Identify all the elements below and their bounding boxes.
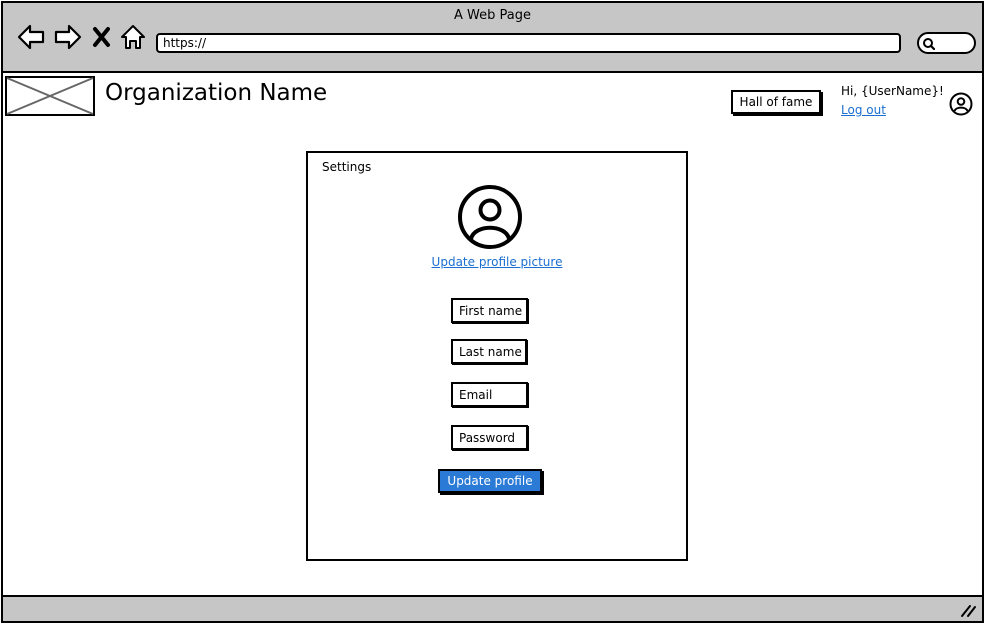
- resize-grip-icon[interactable]: [960, 603, 976, 617]
- forward-arrow-icon[interactable]: [53, 23, 83, 51]
- settings-panel: Settings Update profile picture Update p…: [306, 151, 688, 561]
- search-icon: [923, 38, 936, 51]
- browser-window: A Web Page https:// Organization Name Ha…: [0, 0, 987, 625]
- window-title: A Web Page: [454, 8, 531, 23]
- stop-icon[interactable]: [91, 25, 113, 49]
- search-box[interactable]: [917, 32, 976, 54]
- update-profile-button[interactable]: Update profile: [438, 469, 542, 493]
- browser-frame: A Web Page https:// Organization Name Ha…: [1, 1, 984, 623]
- logo-placeholder: [5, 76, 95, 116]
- browser-toolbar: A Web Page https://: [3, 3, 982, 73]
- first-name-field[interactable]: [451, 298, 528, 323]
- settings-title: Settings: [322, 160, 372, 174]
- status-bar: [3, 595, 982, 621]
- home-icon[interactable]: [119, 23, 147, 51]
- email-field[interactable]: [451, 382, 528, 407]
- password-field[interactable]: [451, 425, 528, 450]
- user-account-icon[interactable]: [949, 92, 973, 116]
- last-name-field[interactable]: [451, 339, 527, 364]
- back-arrow-icon[interactable]: [16, 23, 46, 51]
- profile-avatar-icon: [458, 185, 522, 249]
- address-bar[interactable]: https://: [156, 33, 901, 53]
- organization-name: Organization Name: [105, 80, 328, 106]
- update-profile-picture-link[interactable]: Update profile picture: [308, 255, 686, 269]
- hall-of-fame-button[interactable]: Hall of fame: [731, 90, 821, 114]
- user-greeting: Hi, {UserName}!: [841, 84, 944, 98]
- logout-link[interactable]: Log out: [841, 103, 886, 117]
